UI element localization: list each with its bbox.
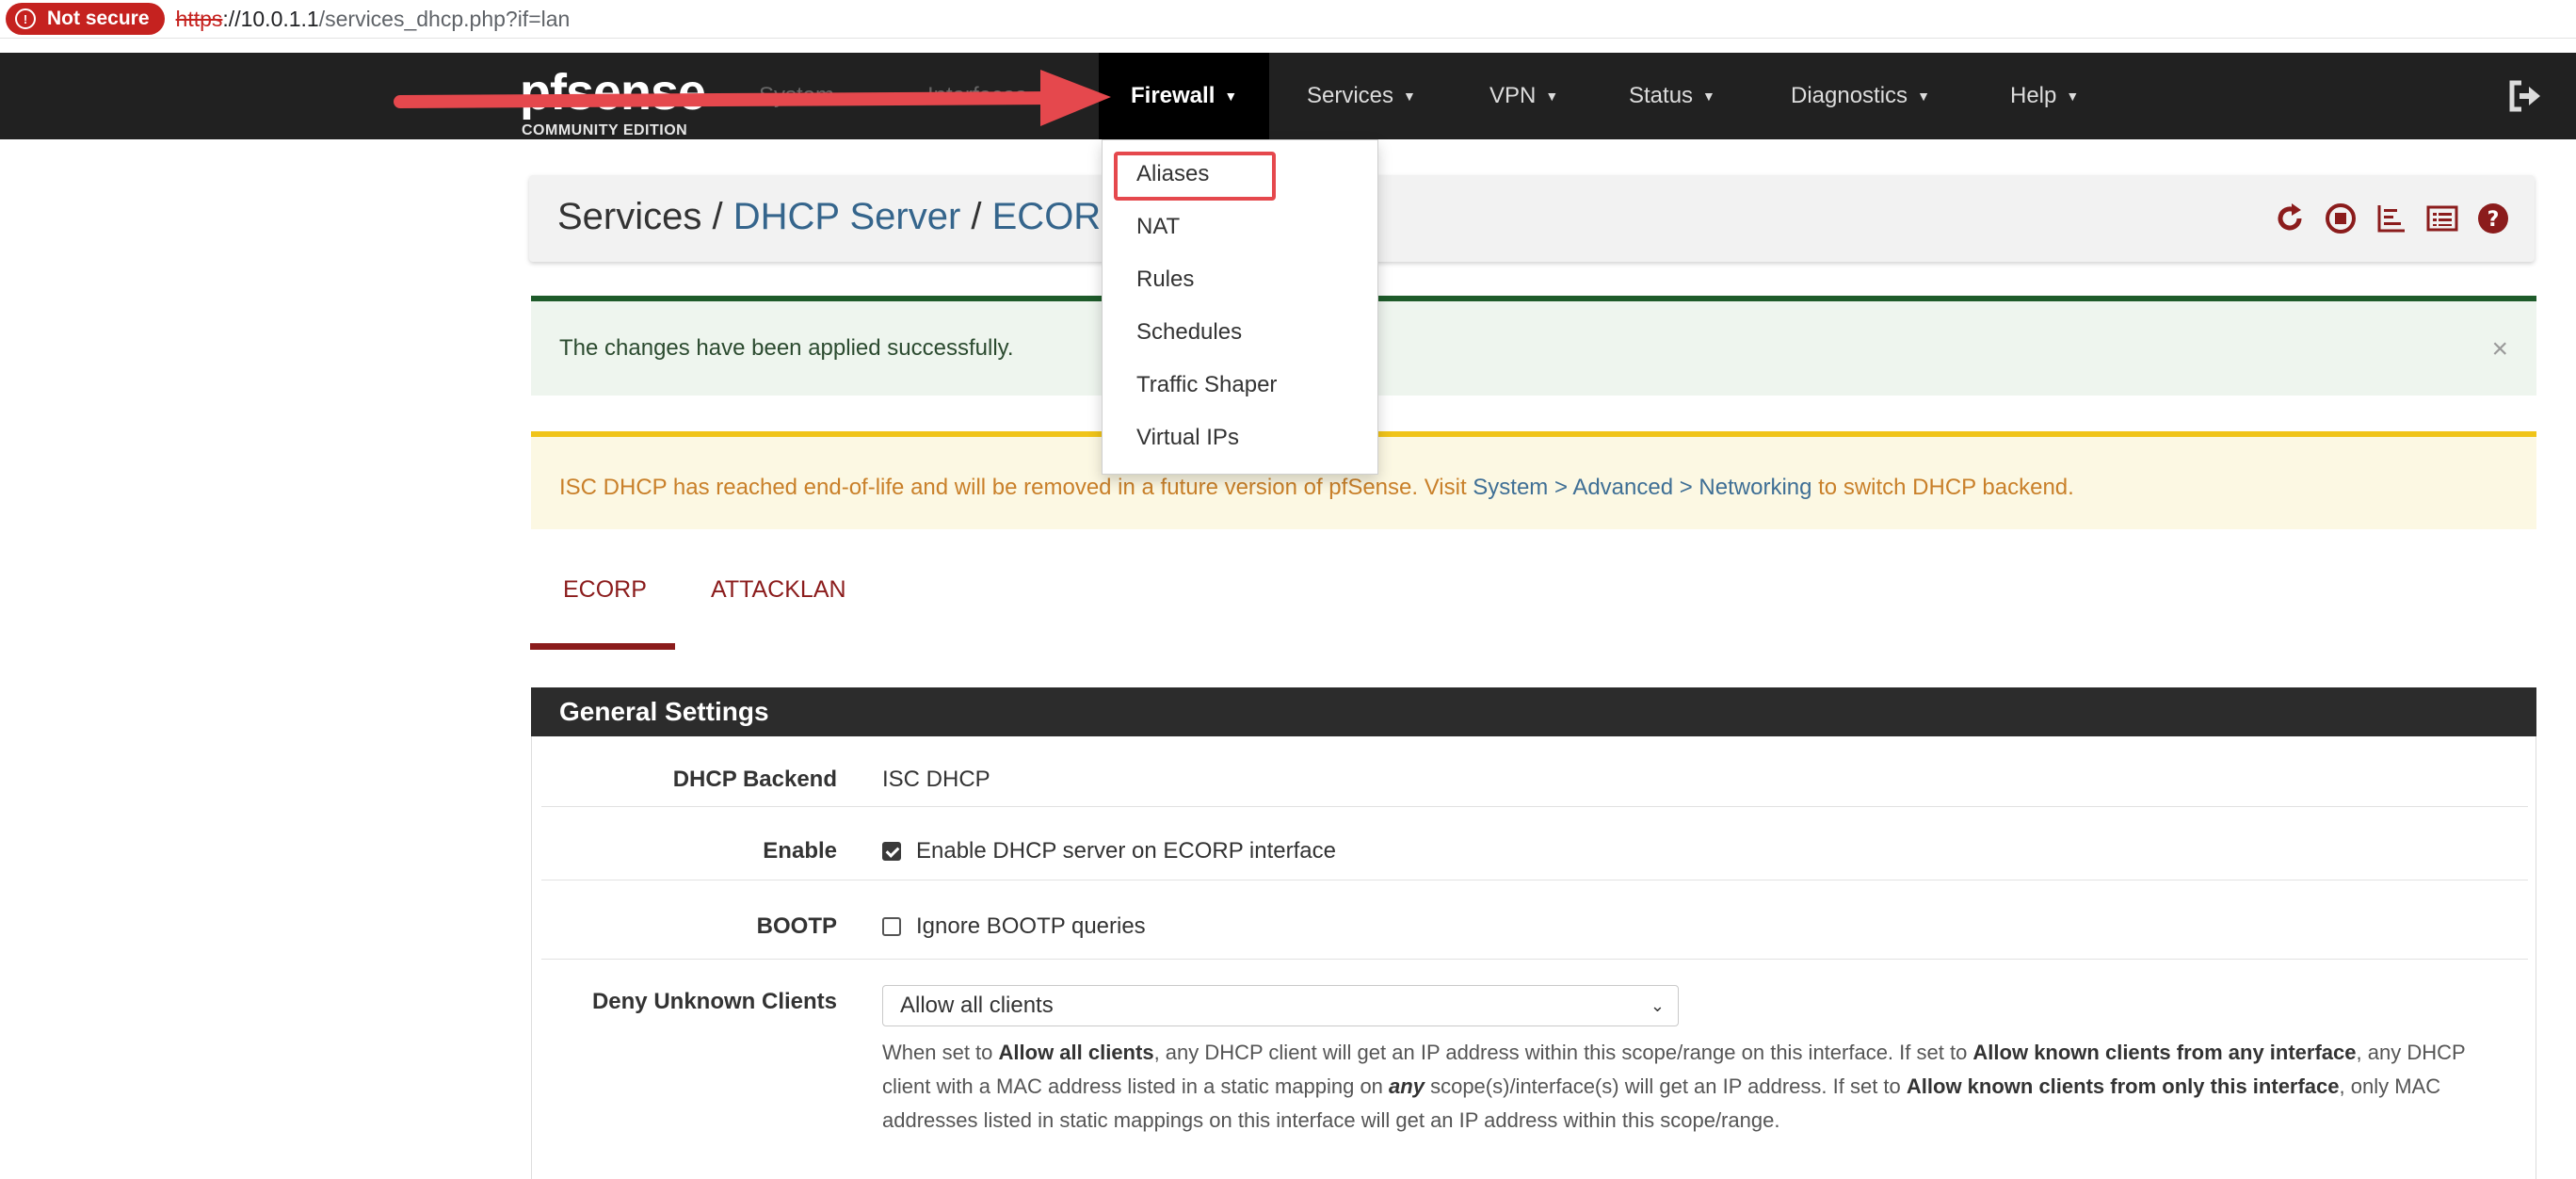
firewall-dropdown-menu: Aliases NAT Rules Schedules Traffic Shap… xyxy=(1102,139,1378,475)
warning-icon: ! xyxy=(15,8,36,29)
breadcrumb-dhcp-server[interactable]: DHCP Server xyxy=(733,196,961,237)
tab-ecorp[interactable]: ECORP xyxy=(563,576,647,604)
breadcrumb-icons: ? xyxy=(2273,202,2510,235)
nav-vpn[interactable]: VPN ▼ xyxy=(1489,53,1558,139)
row-divider xyxy=(541,959,2528,960)
warning-text-start: ISC DHCP has reached end-of-life and wil… xyxy=(559,475,1473,500)
breadcrumb-panel: Services / DHCP Server / ECORP ? xyxy=(529,175,2535,262)
deny-select-value: Allow all clients xyxy=(900,993,1054,1018)
not-secure-badge[interactable]: ! Not secure xyxy=(6,3,165,35)
svg-text:?: ? xyxy=(2487,208,2500,232)
active-tab-indicator xyxy=(530,643,675,650)
warning-text-end: to switch DHCP backend. xyxy=(1811,475,2074,500)
logo-subtitle: COMMUNITY EDITION xyxy=(522,122,688,138)
bootp-checkbox[interactable] xyxy=(882,917,901,936)
enable-label: Enable xyxy=(763,838,837,864)
deny-unknown-clients-label: Deny Unknown Clients xyxy=(591,989,837,1014)
nav-interfaces-label: Interfaces xyxy=(927,83,1027,108)
dhcp-backend-label: DHCP Backend xyxy=(672,767,837,792)
warning-message: ISC DHCP has reached end-of-life and wil… xyxy=(559,475,2074,501)
menu-item-virtual-ips[interactable]: Virtual IPs xyxy=(1136,425,1239,451)
deny-unknown-clients-select[interactable]: Allow all clients ⌄ xyxy=(882,985,1679,1026)
success-alert: The changes have been applied successful… xyxy=(531,296,2536,396)
list-icon[interactable] xyxy=(2425,202,2459,235)
caret-down-icon: ▼ xyxy=(1403,89,1416,104)
nav-help-label: Help xyxy=(2010,83,2057,108)
breadcrumb-sep: / xyxy=(701,196,733,237)
nav-diagnostics[interactable]: Diagnostics ▼ xyxy=(1791,53,1930,139)
caret-down-icon: ▼ xyxy=(1545,89,1559,104)
caret-down-icon: ▼ xyxy=(1702,89,1715,104)
nav-firewall[interactable]: Firewall ▼ xyxy=(1099,53,1270,139)
enable-text: Enable DHCP server on ECORP interface xyxy=(916,838,1336,864)
stop-circle-icon[interactable] xyxy=(2324,202,2358,235)
nav-services[interactable]: Services ▼ xyxy=(1307,53,1416,139)
bootp-text: Ignore BOOTP queries xyxy=(916,913,1146,939)
not-secure-label: Not secure xyxy=(47,8,150,29)
menu-item-rules[interactable]: Rules xyxy=(1136,266,1194,293)
success-message: The changes have been applied successful… xyxy=(559,335,1014,361)
general-settings-header: General Settings xyxy=(531,687,2536,736)
nav-diagnostics-label: Diagnostics xyxy=(1791,83,1908,108)
nav-status[interactable]: Status ▼ xyxy=(1629,53,1715,139)
general-settings-body: DHCP Backend ISC DHCP Enable Enable DHCP… xyxy=(531,736,2536,1179)
menu-item-aliases[interactable]: Aliases xyxy=(1136,161,1209,187)
caret-down-icon: ▼ xyxy=(1224,89,1238,104)
enable-checkbox[interactable] xyxy=(882,842,901,861)
chevron-down-icon: ⌄ xyxy=(1650,996,1665,1015)
menu-item-schedules[interactable]: Schedules xyxy=(1136,319,1242,346)
nav-interfaces[interactable]: Interfaces xyxy=(927,53,1026,139)
url-host: ://10.0.1.1 xyxy=(222,6,319,31)
browser-address-bar: ! Not secure https://10.0.1.1/services_d… xyxy=(0,0,2576,39)
nav-system[interactable]: System xyxy=(759,53,834,139)
caret-down-icon: ▼ xyxy=(1917,89,1930,104)
row-divider xyxy=(541,806,2528,807)
logo-text: pfsense xyxy=(520,64,706,121)
nav-services-label: Services xyxy=(1307,83,1394,108)
breadcrumb-services: Services xyxy=(557,196,702,237)
nav-firewall-label: Firewall xyxy=(1131,83,1216,108)
main-navbar: pfsense COMMUNITY EDITION System Interfa… xyxy=(0,53,2576,139)
enable-field: Enable DHCP server on ECORP interface xyxy=(882,838,1336,864)
reload-icon[interactable] xyxy=(2273,202,2307,235)
nav-help[interactable]: Help ▼ xyxy=(2010,53,2079,139)
tab-attacklan[interactable]: ATTACKLAN xyxy=(711,576,846,604)
nav-status-label: Status xyxy=(1629,83,1694,108)
url-scheme: https xyxy=(175,6,223,31)
bootp-field: Ignore BOOTP queries xyxy=(882,913,1146,940)
menu-item-nat[interactable]: NAT xyxy=(1136,214,1180,240)
caret-down-icon: ▼ xyxy=(2066,89,2080,104)
url-path: /services_dhcp.php?if=lan xyxy=(318,6,571,31)
warning-alert: ISC DHCP has reached end-of-life and wil… xyxy=(531,431,2536,529)
sign-out-icon[interactable] xyxy=(2506,77,2544,115)
dhcp-backend-value: ISC DHCP xyxy=(882,767,990,792)
breadcrumb-sep: / xyxy=(960,196,992,237)
nav-system-label: System xyxy=(759,83,835,108)
url-field[interactable]: https://10.0.1.1/services_dhcp.php?if=la… xyxy=(176,7,571,32)
bar-chart-icon[interactable] xyxy=(2375,202,2408,235)
bootp-label: BOOTP xyxy=(756,913,837,939)
warning-link[interactable]: System > Advanced > Networking xyxy=(1473,475,1811,500)
menu-item-traffic-shaper[interactable]: Traffic Shaper xyxy=(1136,372,1277,398)
nav-vpn-label: VPN xyxy=(1489,83,1537,108)
pfsense-logo[interactable]: pfsense COMMUNITY EDITION xyxy=(520,62,708,138)
deny-unknown-clients-help: When set to Allow all clients, any DHCP … xyxy=(882,1041,2466,1132)
close-icon[interactable]: × xyxy=(2491,333,2508,365)
breadcrumb: Services / DHCP Server / ECORP xyxy=(557,196,1126,238)
help-icon[interactable]: ? xyxy=(2476,202,2510,235)
